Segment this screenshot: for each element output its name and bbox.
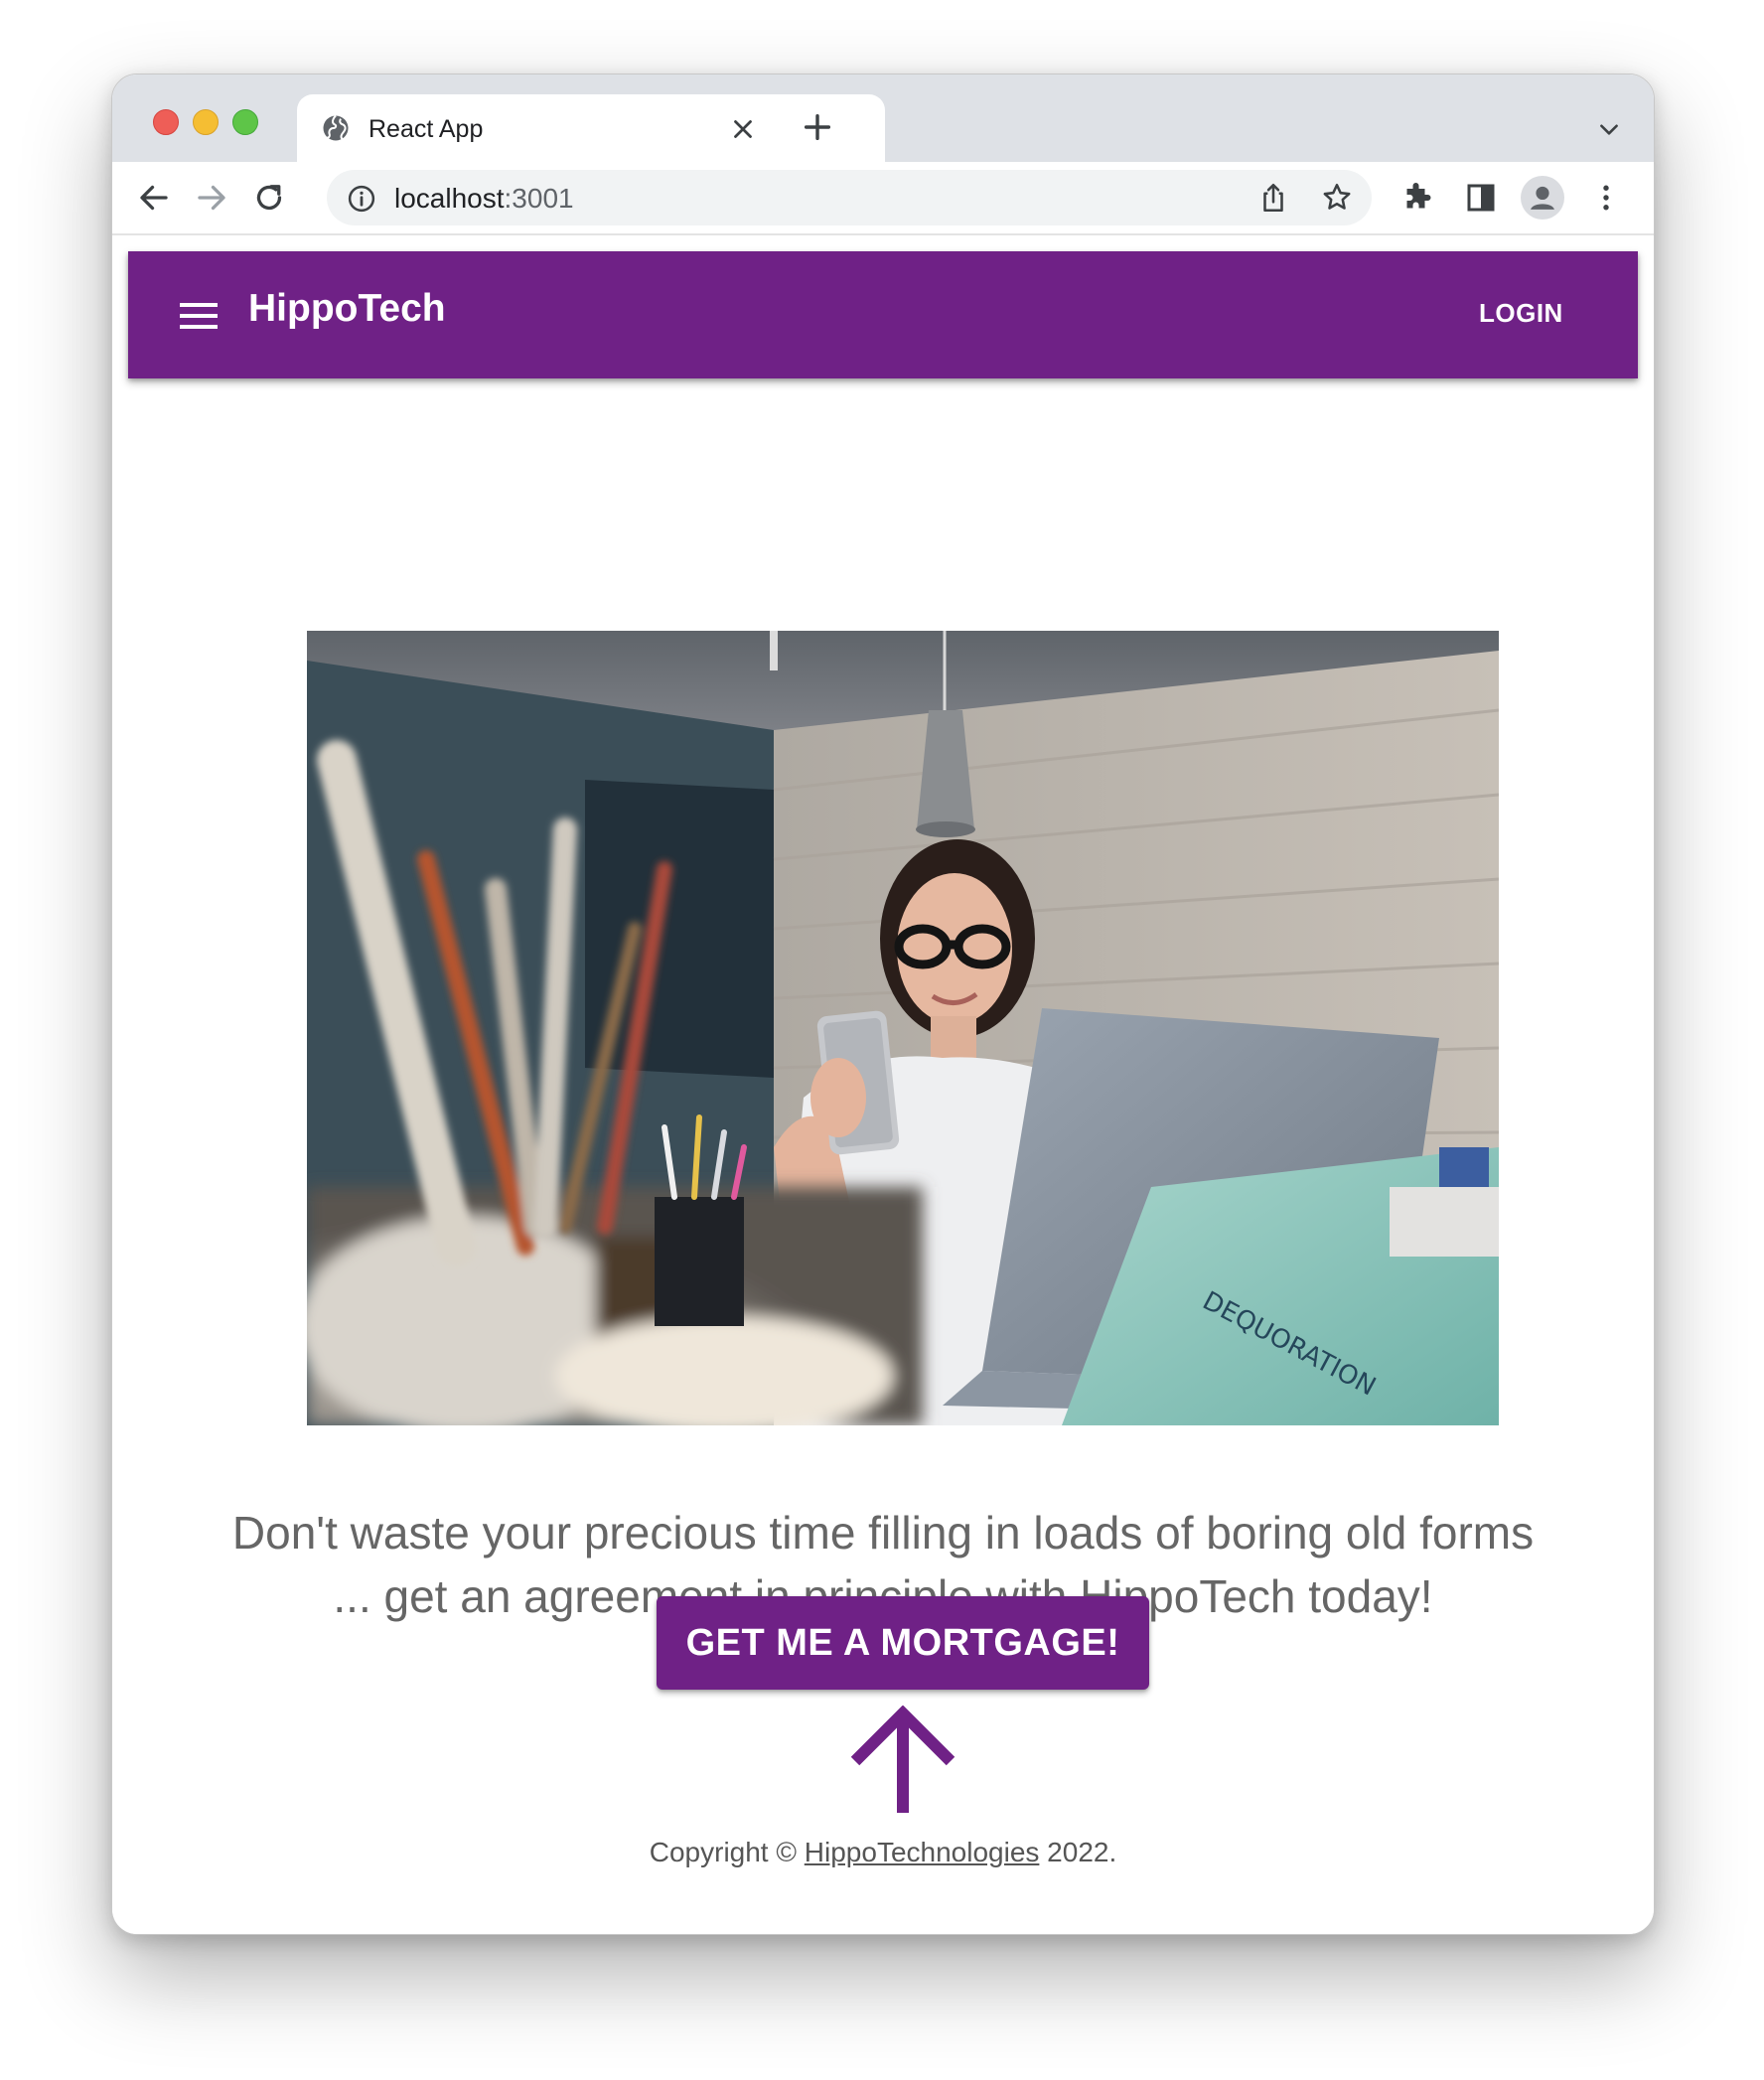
extensions-puzzle-icon[interactable]: [1399, 180, 1435, 216]
side-panel-icon[interactable]: [1463, 180, 1499, 216]
browser-window: React App localhost:3001 HippoTech LOGIN…: [111, 74, 1655, 1935]
profile-avatar-icon[interactable]: [1521, 176, 1564, 220]
address-bar[interactable]: localhost:3001: [327, 170, 1372, 225]
app-bar: HippoTech LOGIN: [128, 251, 1638, 378]
zoom-window-button[interactable]: [232, 109, 258, 135]
brand-title: HippoTech: [248, 287, 446, 330]
page-content: HippoTech LOGIN DEQUORATION Don't waste …: [112, 235, 1654, 1934]
get-mortgage-button[interactable]: GET ME A MORTGAGE!: [657, 1596, 1149, 1690]
url-host: localhost: [394, 183, 505, 214]
close-icon[interactable]: [728, 114, 758, 144]
close-window-button[interactable]: [153, 109, 179, 135]
copyright-link[interactable]: HippoTechnologies: [805, 1837, 1040, 1867]
chevron-down-icon[interactable]: [1596, 116, 1622, 142]
minimize-window-button[interactable]: [193, 109, 219, 135]
new-tab-plus-icon[interactable]: [801, 110, 834, 144]
back-arrow-icon[interactable]: [136, 180, 172, 216]
url-port: :3001: [504, 183, 574, 214]
share-icon[interactable]: [1256, 180, 1290, 216]
copyright-prefix: Copyright ©: [649, 1837, 797, 1867]
url-text: localhost:3001: [394, 183, 574, 215]
browser-toolbar: localhost:3001: [112, 162, 1654, 235]
info-icon[interactable]: [347, 184, 376, 214]
copyright-year: 2022.: [1047, 1837, 1117, 1867]
arrow-up-icon: [849, 1705, 956, 1817]
tab-title: React App: [368, 115, 484, 143]
bookmark-star-icon[interactable]: [1320, 180, 1354, 216]
hero-photo: DEQUORATION: [307, 631, 1499, 1425]
hamburger-menu-icon: [180, 303, 218, 329]
copyright-footer: Copyright © HippoTechnologies 2022.: [112, 1837, 1654, 1868]
forward-arrow-icon[interactable]: [194, 180, 229, 216]
more-vert-icon[interactable]: [1588, 180, 1624, 216]
globe-icon: [321, 113, 351, 143]
login-button[interactable]: LOGIN: [1479, 281, 1628, 345]
tab-react-app[interactable]: React App: [297, 94, 885, 164]
reload-icon[interactable]: [251, 180, 287, 216]
menu-button[interactable]: [160, 281, 229, 351]
tab-strip: React App: [112, 74, 1654, 164]
